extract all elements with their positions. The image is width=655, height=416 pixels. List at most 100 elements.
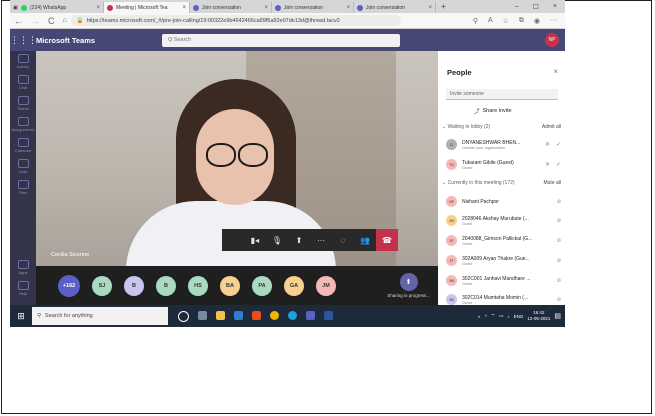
forward-icon[interactable]: →: [27, 16, 44, 26]
mic-off-icon: ⊘: [556, 217, 561, 224]
tab-join-conversation-3[interactable]: Join conversation ×: [354, 2, 436, 13]
deny-icon[interactable]: ✕: [545, 141, 550, 148]
teams-app-icon[interactable]: [306, 310, 315, 320]
avatar: 2M: [446, 215, 457, 226]
rail-help[interactable]: Help: [10, 278, 36, 299]
extension-icon[interactable]: ⚲: [473, 17, 478, 25]
participants-icon[interactable]: 👥: [354, 229, 376, 251]
admit-icon[interactable]: ✓: [556, 141, 561, 148]
chrome-icon[interactable]: [270, 310, 279, 320]
avatar: 2P: [446, 235, 457, 246]
participant-row[interactable]: 2P 2040088_Gimson Pallickal (G... Guest ⊘: [446, 231, 561, 250]
participant-avatar[interactable]: JM: [316, 275, 336, 296]
collections-icon[interactable]: ⧉: [519, 17, 524, 25]
windows-start-icon[interactable]: ⊞: [10, 311, 32, 322]
participant-row[interactable]: 3T 302A009 Aryan Thakre (Gue... Guest ⊘: [446, 251, 561, 270]
rail-calls[interactable]: Calls: [10, 156, 36, 177]
rail-calendar[interactable]: Calendar: [10, 135, 36, 156]
word-icon[interactable]: [324, 310, 333, 320]
office-icon[interactable]: [252, 310, 261, 320]
cortana-icon[interactable]: [178, 310, 189, 322]
home-icon[interactable]: ⌂: [59, 17, 71, 24]
chevron-up-icon[interactable]: ^: [485, 314, 487, 319]
rail-activity[interactable]: Activity: [10, 51, 36, 72]
more-icon[interactable]: ···: [550, 17, 557, 25]
participant-avatar[interactable]: SJ: [92, 275, 112, 296]
browser-tab-bar: ▣ (224) WhatsApp × Meeting | Microsoft T…: [10, 0, 565, 13]
rail-chat[interactable]: Chat: [10, 72, 36, 93]
rail-apps[interactable]: Apps: [10, 257, 36, 278]
mic-off-icon[interactable]: 🎙: [266, 229, 288, 251]
close-window-icon[interactable]: ×: [553, 3, 557, 11]
participant-avatar[interactable]: GA: [284, 275, 304, 296]
participant-avatar[interactable]: PA: [252, 275, 272, 296]
hang-up-button[interactable]: ☎: [376, 229, 398, 251]
mic-off-icon: ⊘: [556, 277, 561, 284]
task-view-icon[interactable]: [198, 310, 207, 320]
close-tab-icon[interactable]: ×: [264, 5, 268, 11]
tab-whatsapp[interactable]: (224) WhatsApp ×: [18, 2, 104, 13]
window-menu-icon[interactable]: ▣: [10, 2, 18, 13]
admit-icon[interactable]: ✓: [556, 161, 561, 168]
close-icon[interactable]: ×: [553, 67, 558, 76]
participant-avatar[interactable]: HS: [188, 275, 208, 296]
new-tab-button[interactable]: +: [436, 2, 451, 11]
lobby-header[interactable]: ⌄ Waiting in lobby (2) Admit all: [442, 124, 561, 130]
close-tab-icon[interactable]: ×: [182, 5, 186, 11]
participant-avatar[interactable]: B: [124, 275, 144, 296]
file-explorer-icon[interactable]: [216, 310, 225, 320]
minimize-icon[interactable]: –: [515, 3, 519, 11]
participant-row[interactable]: NP Nishant Pachpor ⊘: [446, 192, 561, 211]
windows-taskbar: ⊞ ⚲ Search for anything ◐ ^ ⌔ ▭ ♪ ENG 16…: [10, 305, 565, 327]
participant-strip: +162 SJ B B HS BA PA GA JM ⬆ Sharing in …: [36, 266, 438, 305]
tab-join-conversation-2[interactable]: Join conversation ×: [272, 2, 354, 13]
mute-all-button[interactable]: Mute all: [543, 180, 561, 186]
profile-icon[interactable]: ◉: [534, 17, 540, 25]
deny-icon[interactable]: ✕: [545, 161, 550, 168]
notification-icon[interactable]: ▤: [554, 312, 561, 320]
close-tab-icon[interactable]: ×: [428, 5, 432, 11]
store-icon[interactable]: [234, 310, 243, 320]
share-screen-icon[interactable]: ⬆: [288, 229, 310, 251]
language-indicator[interactable]: ENG: [514, 314, 524, 319]
meeting-header[interactable]: ⌄ Currently in this meeting (172) Mute a…: [442, 180, 561, 186]
weather-icon[interactable]: ◐: [478, 314, 481, 319]
participant-row[interactable]: 2M 2028046 Akshay Murubate (... Guest ⊘: [446, 211, 561, 230]
tab-meeting[interactable]: Meeting | Microsoft Tea ×: [104, 2, 190, 13]
user-avatar[interactable]: NP: [545, 33, 559, 47]
battery-icon[interactable]: ▭: [499, 313, 503, 319]
volume-icon[interactable]: ♪: [507, 314, 509, 319]
clock[interactable]: 16:42 12-05-2021: [527, 310, 550, 322]
favorite-icon[interactable]: ☆: [503, 17, 509, 25]
network-icon[interactable]: ⌔: [491, 313, 495, 319]
maximize-icon[interactable]: ☐: [533, 3, 539, 11]
app-launcher-icon[interactable]: ⋮⋮⋮: [10, 35, 37, 46]
participant-avatar[interactable]: BA: [220, 275, 240, 296]
url-field[interactable]: 🔒 https://teams.microsoft.com/_#/pre-joi…: [70, 15, 401, 26]
invite-input[interactable]: Invite someone: [446, 89, 558, 100]
rail-teams[interactable]: Teams: [10, 93, 36, 114]
rail-files[interactable]: Files: [10, 177, 36, 198]
share-invite-button[interactable]: ⤴ Share invite: [474, 107, 512, 115]
participant-row[interactable]: 3M 302C001 Janhavi Mandhare ... Guest ⊘: [446, 271, 561, 290]
refresh-icon[interactable]: C: [44, 16, 59, 26]
rail-assignments[interactable]: Assignments: [10, 114, 36, 135]
chat-icon: [17, 75, 29, 84]
taskbar-search-input[interactable]: ⚲ Search for anything: [32, 307, 168, 325]
search-input[interactable]: Q Search: [162, 33, 400, 47]
participant-avatar[interactable]: B: [156, 275, 176, 296]
admit-all-button[interactable]: Admit all: [542, 124, 561, 130]
sharing-indicator[interactable]: ⬆ Sharing in progress...: [387, 273, 430, 298]
avatar: 3M: [446, 275, 457, 286]
tab-join-conversation-1[interactable]: Join conversation ×: [190, 2, 272, 13]
camera-icon[interactable]: ▮◂: [244, 229, 266, 251]
close-tab-icon[interactable]: ×: [96, 5, 100, 11]
back-icon[interactable]: ←: [10, 16, 27, 26]
more-actions-icon[interactable]: ···: [310, 229, 332, 251]
chat-icon[interactable]: ◌: [332, 229, 354, 251]
edge-icon[interactable]: [288, 310, 297, 320]
more-participants-button[interactable]: +162: [58, 274, 80, 297]
close-tab-icon[interactable]: ×: [346, 5, 350, 11]
main-video: Cecilia Sicorme ▮◂ 🎙 ⬆ ··· ◌ 👥 ☎: [36, 51, 438, 266]
reading-icon[interactable]: A: [488, 17, 493, 25]
